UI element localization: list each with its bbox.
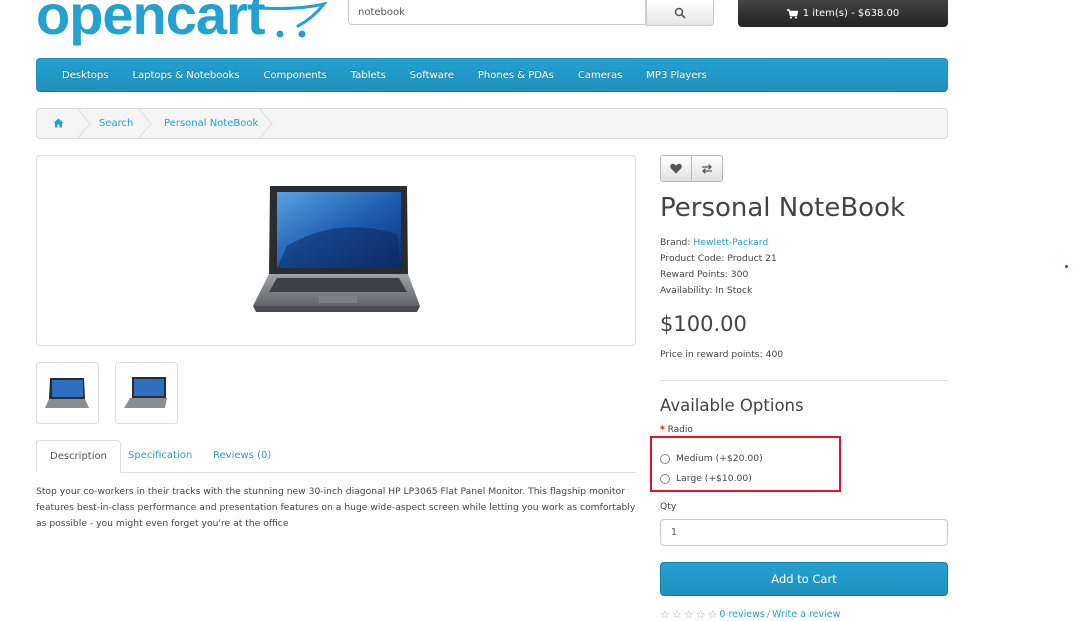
tab-reviews[interactable]: Reviews (0) bbox=[200, 440, 284, 472]
menu-item-tablets[interactable]: Tablets bbox=[339, 70, 398, 81]
breadcrumb: Search Personal NoteBook bbox=[36, 108, 948, 139]
brand-link[interactable]: Hewlett-Packard bbox=[693, 237, 768, 248]
menu-item-software[interactable]: Software bbox=[398, 70, 466, 81]
radio-label-text: Radio bbox=[667, 425, 693, 435]
compare-button[interactable] bbox=[691, 155, 723, 182]
product-code: Product Code: Product 21 bbox=[660, 253, 777, 264]
red-dot-marker bbox=[1065, 265, 1068, 268]
menu-item-mp3-players[interactable]: MP3 Players bbox=[634, 70, 719, 81]
rating-row: ☆ ☆ ☆ ☆ ☆ 0 reviews / Write a review bbox=[660, 608, 840, 621]
breadcrumb-separator bbox=[77, 108, 91, 139]
product-thumbnail[interactable] bbox=[36, 362, 99, 424]
wishlist-button[interactable] bbox=[660, 155, 692, 182]
breadcrumb-home[interactable] bbox=[53, 109, 64, 138]
reward-points: Reward Points: 300 bbox=[660, 269, 749, 280]
menu-item-components[interactable]: Components bbox=[252, 70, 339, 81]
product-thumbnail[interactable] bbox=[115, 362, 178, 424]
menu-item-phones-pdas[interactable]: Phones & PDAs bbox=[466, 70, 566, 81]
home-icon bbox=[53, 118, 64, 128]
star-icon: ☆ bbox=[707, 608, 718, 621]
breadcrumb-search[interactable]: Search bbox=[99, 109, 133, 138]
product-title: Personal NoteBook bbox=[660, 193, 906, 223]
tab-specification[interactable]: Specification bbox=[115, 440, 205, 472]
cart-swoosh-icon bbox=[258, 1, 328, 38]
availability: Availability: In Stock bbox=[660, 285, 753, 296]
available-options-heading: Available Options bbox=[660, 396, 804, 415]
qty-input[interactable] bbox=[660, 519, 948, 546]
cart-button[interactable]: 1 item(s) - $638.00 bbox=[738, 0, 948, 27]
main-product-image[interactable] bbox=[36, 155, 636, 346]
qty-label: Qty bbox=[660, 501, 677, 512]
write-review-link[interactable]: Write a review bbox=[772, 609, 840, 620]
breadcrumb-separator bbox=[259, 108, 273, 139]
reviews-link[interactable]: 0 reviews bbox=[719, 609, 764, 620]
search-icon bbox=[674, 7, 686, 18]
search-button[interactable] bbox=[646, 0, 714, 26]
product-tabs: Description Specification Reviews (0) bbox=[36, 440, 636, 473]
laptop-thumbnail-image bbox=[124, 377, 167, 408]
tab-description[interactable]: Description bbox=[36, 440, 121, 473]
menu-item-cameras[interactable]: Cameras bbox=[566, 70, 634, 81]
review-separator: / bbox=[766, 609, 771, 620]
product-description: Stop your co-workers in their tracks wit… bbox=[36, 486, 636, 529]
heart-icon bbox=[670, 163, 682, 174]
menu-item-desktops[interactable]: Desktops bbox=[50, 70, 120, 81]
main-menu: Desktops Laptops & Notebooks Components … bbox=[36, 58, 948, 92]
exchange-icon bbox=[702, 163, 712, 174]
star-icon: ☆ bbox=[660, 608, 670, 621]
required-asterisk: * bbox=[660, 425, 665, 435]
star-icon: ☆ bbox=[695, 608, 706, 621]
laptop-thumbnail-image bbox=[45, 378, 89, 408]
brand-label: Brand: bbox=[660, 237, 691, 248]
radio-option-label: * Radio bbox=[660, 425, 693, 435]
logo[interactable]: opencart bbox=[36, 0, 265, 50]
shopping-cart-icon bbox=[786, 8, 798, 19]
product-price: $100.00 bbox=[660, 312, 747, 336]
laptop-image bbox=[253, 186, 420, 312]
product-brand: Brand: Hewlett-Packard bbox=[660, 237, 768, 248]
breadcrumb-separator bbox=[138, 108, 152, 139]
cart-total-label: 1 item(s) - $638.00 bbox=[802, 8, 900, 19]
search-input[interactable] bbox=[348, 0, 646, 25]
breadcrumb-product[interactable]: Personal NoteBook bbox=[164, 109, 258, 138]
add-to-cart-button[interactable]: Add to Cart bbox=[660, 562, 948, 596]
star-icon: ☆ bbox=[683, 608, 694, 621]
star-icon: ☆ bbox=[671, 608, 682, 621]
highlight-box bbox=[650, 436, 841, 492]
menu-item-laptops-notebooks[interactable]: Laptops & Notebooks bbox=[120, 70, 251, 81]
price-in-reward-points: Price in reward points: 400 bbox=[660, 349, 784, 360]
divider bbox=[660, 380, 948, 381]
